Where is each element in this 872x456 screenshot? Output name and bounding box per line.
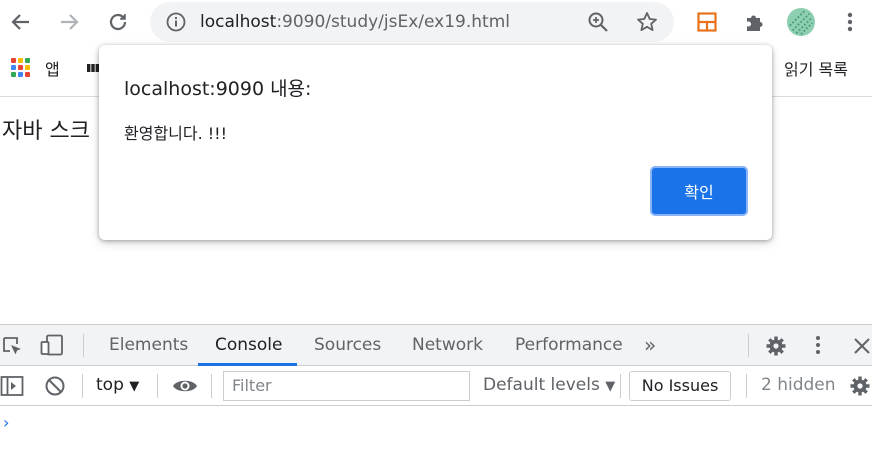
console-toolbar: top ▼ Filter Default levels ▼ No Issues …: [0, 366, 872, 406]
close-devtools-icon[interactable]: [853, 337, 871, 355]
bbc-favicon-icon[interactable]: [87, 64, 99, 72]
log-levels-value: Default levels: [483, 375, 600, 395]
url-text[interactable]: localhost:9090/study/jsEx/ex19.html: [200, 2, 510, 42]
live-expression-eye-icon[interactable]: [172, 376, 198, 396]
tab-console[interactable]: Console: [215, 325, 283, 366]
console-settings-gear-icon[interactable]: [849, 375, 871, 397]
url-path: :9090/study/jsEx/ex19.html: [276, 12, 510, 32]
chevron-down-icon: ▼: [605, 379, 616, 394]
bookmark-star-icon[interactable]: [636, 11, 658, 33]
profile-avatar[interactable]: [786, 7, 816, 37]
menu-kebab-icon[interactable]: [835, 7, 865, 37]
reload-icon[interactable]: [103, 7, 133, 37]
separator: [157, 374, 158, 398]
hidden-count: 2 hidden: [761, 375, 836, 395]
separator: [83, 334, 84, 357]
tab-network[interactable]: Network: [412, 325, 483, 366]
alert-message: 환영합니다. !!!: [124, 124, 228, 143]
separator: [211, 374, 212, 398]
devtools-panel: Elements Console Sources Network Perform…: [0, 324, 872, 456]
reading-list-label[interactable]: 읽기 목록: [784, 56, 848, 80]
chevron-down-icon: ▼: [129, 379, 140, 394]
devtools-tabbar: Elements Console Sources Network Perform…: [0, 325, 872, 366]
separator: [746, 374, 747, 398]
alert-ok-button[interactable]: 확인: [650, 166, 748, 216]
url-host: localhost: [200, 12, 277, 32]
issues-button[interactable]: No Issues: [629, 371, 731, 401]
zoom-icon[interactable]: [587, 11, 609, 33]
separator: [82, 374, 83, 398]
devtools-menu-kebab-icon[interactable]: [815, 335, 821, 355]
tab-performance[interactable]: Performance: [515, 325, 623, 366]
forward-icon[interactable]: [54, 7, 84, 37]
separator: [748, 334, 749, 357]
page-heading: 자바 스크: [2, 119, 90, 144]
info-icon[interactable]: [166, 12, 186, 32]
context-select[interactable]: top ▼: [96, 375, 139, 395]
address-bar[interactable]: localhost:9090/study/jsEx/ex19.html: [150, 2, 674, 42]
bookmark-apps-label[interactable]: 앱: [45, 56, 60, 80]
browser-toolbar: localhost:9090/study/jsEx/ex19.html: [0, 0, 872, 45]
alert-dialog: localhost:9090 내용: 환영합니다. !!! 확인: [99, 45, 772, 240]
settings-gear-icon[interactable]: [765, 335, 787, 357]
context-value: top: [96, 375, 124, 395]
sidebar-toggle-icon[interactable]: [0, 375, 24, 397]
tab-elements[interactable]: Elements: [109, 325, 188, 366]
filter-input[interactable]: Filter: [223, 371, 470, 401]
back-icon[interactable]: [6, 7, 36, 37]
more-tabs-icon[interactable]: »: [644, 325, 656, 366]
extensions-puzzle-icon[interactable]: [740, 7, 770, 37]
console-prompt[interactable]: ›: [3, 413, 9, 432]
device-toolbar-icon[interactable]: [40, 334, 64, 356]
log-levels-select[interactable]: Default levels ▼: [483, 375, 615, 395]
clear-console-icon[interactable]: [44, 375, 66, 397]
separator: [620, 374, 621, 398]
extension-layout-icon[interactable]: [692, 7, 722, 37]
tab-sources[interactable]: Sources: [314, 325, 381, 366]
alert-title: localhost:9090 내용:: [124, 78, 312, 100]
apps-grid-icon[interactable]: [11, 58, 31, 78]
inspect-element-icon[interactable]: [1, 335, 23, 357]
